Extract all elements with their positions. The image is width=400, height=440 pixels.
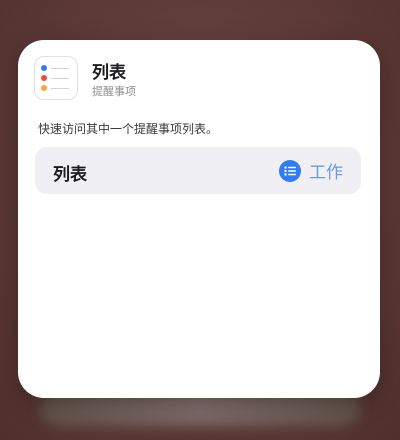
icon-row-red [41, 75, 69, 81]
list-parameter-label: 列表 [53, 165, 87, 185]
orange-dot-icon [41, 85, 47, 91]
list-value-selector[interactable]: 工作 [279, 159, 343, 183]
blue-dot-icon [41, 65, 47, 71]
icon-line [51, 77, 69, 79]
reminders-app-icon [34, 56, 78, 100]
icon-line [51, 87, 69, 89]
widget-title: 列表 [92, 63, 126, 83]
icon-row-orange [41, 85, 69, 91]
widget-config-card: 列表 提醒事项 快速访问其中一个提醒事项列表。 列表 工作 [18, 40, 380, 398]
list-value-text: 工作 [309, 163, 343, 183]
list-bullet-icon [279, 159, 301, 182]
icon-line [51, 67, 69, 69]
list-parameter-row[interactable]: 列表 工作 [35, 147, 361, 194]
widget-description: 快速访问其中一个提醒事项列表。 [38, 122, 219, 136]
icon-row-blue [41, 65, 69, 71]
widget-subtitle: 提醒事项 [92, 85, 136, 98]
red-dot-icon [41, 75, 47, 81]
